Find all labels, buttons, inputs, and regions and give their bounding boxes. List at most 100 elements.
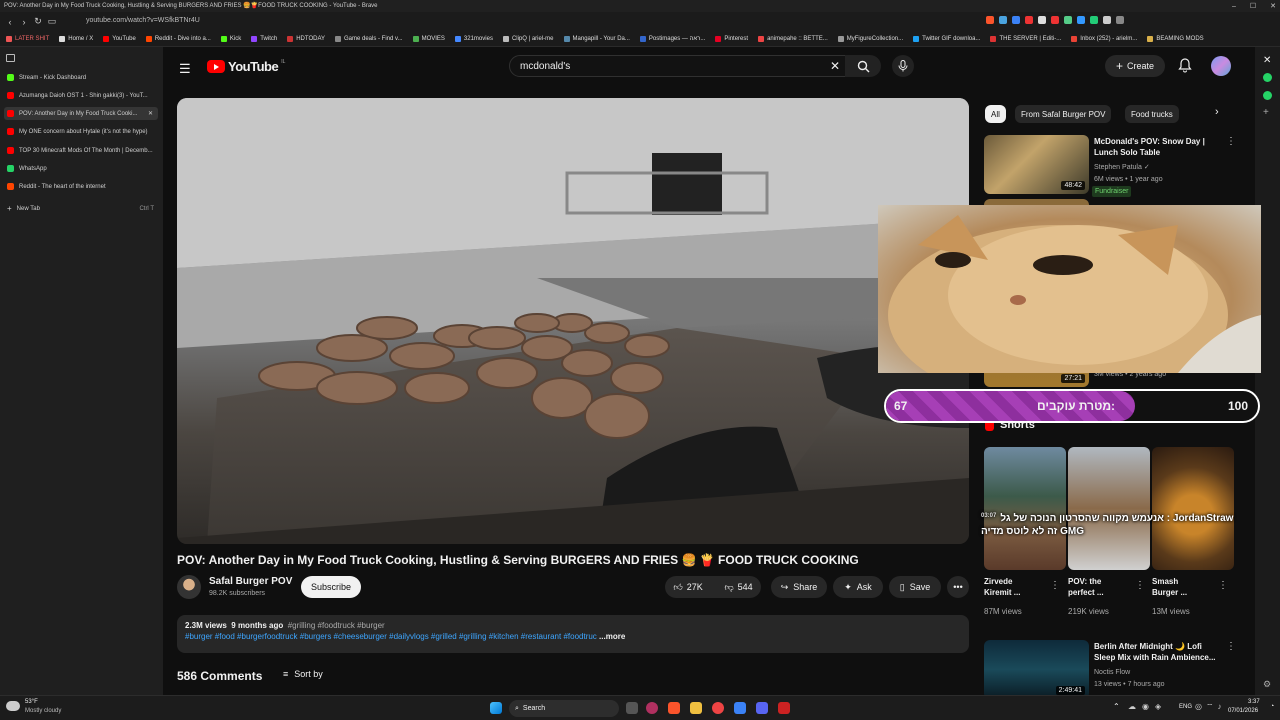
clear-search-icon[interactable]: ✕: [830, 59, 840, 73]
bookmark-folder[interactable]: LATER SHIT: [6, 35, 49, 42]
new-tab-button[interactable]: + New Tab Ctrl T: [4, 202, 158, 215]
extension-icon[interactable]: [1077, 16, 1085, 24]
chip-from-channel[interactable]: From Safal Burger POV: [1015, 105, 1112, 123]
save-button[interactable]: ▯ Save: [889, 576, 941, 598]
short-thumbnail[interactable]: [1068, 447, 1150, 570]
app-icon[interactable]: [778, 702, 790, 714]
close-panel-icon[interactable]: ✕: [1263, 55, 1271, 66]
channel-avatar[interactable]: [177, 575, 201, 599]
bookmark-item[interactable]: MyFigureCollection...: [837, 35, 903, 42]
puzzle-icon[interactable]: [1116, 16, 1124, 24]
file-explorer-icon[interactable]: [690, 702, 702, 714]
bookmark-item[interactable]: Inbox (252) - arielm...: [1071, 35, 1137, 42]
sidebar-toggle-icon[interactable]: [6, 54, 15, 62]
whatsapp-icon[interactable]: [1263, 73, 1272, 82]
hashtags[interactable]: #burger #food #burgerfoodtruck #burgers …: [185, 632, 597, 641]
add-panel-icon[interactable]: +: [1263, 107, 1269, 118]
task-view-icon[interactable]: [626, 702, 638, 714]
weather-icon[interactable]: [6, 701, 20, 711]
chip-food-trucks[interactable]: Food trucks: [1125, 105, 1179, 123]
tray-icons[interactable]: ☁◉◈: [1128, 702, 1167, 711]
maximize-button[interactable]: ☐: [1250, 2, 1256, 10]
bookmark-item[interactable]: ClipQ | ariel-me: [502, 35, 554, 42]
shield-icon[interactable]: [986, 16, 994, 24]
sidebar-tab[interactable]: My ONE concern about Hytale (it's not th…: [4, 125, 158, 138]
bookmark-item[interactable]: Pinterest: [715, 35, 748, 42]
url-bar[interactable]: youtube.com/watch?v=WSfkBTNr4U: [68, 14, 973, 29]
recommendation-thumbnail[interactable]: 48:42: [984, 135, 1089, 194]
taskbar-search[interactable]: ⌕ Search: [509, 700, 619, 717]
sidebar-tab[interactable]: WhatsApp: [4, 162, 158, 175]
bookmark-item[interactable]: Mangapill - Your Da...: [563, 35, 630, 42]
app-icon[interactable]: [734, 702, 746, 714]
close-tab-icon[interactable]: ✕: [148, 110, 153, 117]
extension-icon[interactable]: [1012, 16, 1020, 24]
settings-gear-icon[interactable]: ⚙: [1263, 679, 1271, 690]
more-vertical-icon[interactable]: ⋮: [1226, 136, 1236, 147]
create-button[interactable]: + Create: [1105, 55, 1165, 77]
youtube-logo[interactable]: YouTube IL: [207, 59, 285, 74]
bookmark-item[interactable]: Reddit - Dive into a...: [145, 35, 211, 42]
bookmark-item[interactable]: Home / X: [59, 35, 93, 42]
language-indicator[interactable]: ENG: [1179, 704, 1192, 710]
close-window-button[interactable]: ✕: [1270, 2, 1276, 10]
brave-icon[interactable]: [668, 702, 680, 714]
bookmark-item[interactable]: Twitter GIF downloa...: [913, 35, 980, 42]
extension-icon[interactable]: [1025, 16, 1033, 24]
short-thumbnail[interactable]: [984, 447, 1066, 570]
search-input[interactable]: mcdonald's ✕: [509, 55, 849, 77]
back-icon[interactable]: ‹: [3, 15, 17, 29]
more-vertical-icon[interactable]: ⋮: [1050, 580, 1060, 591]
bookmark-item[interactable]: YouTube: [103, 35, 136, 42]
account-avatar[interactable]: [1211, 56, 1231, 76]
extension-icon[interactable]: [1064, 16, 1072, 24]
short-title[interactable]: Zirvede Kiremit ...: [984, 576, 1020, 598]
hamburger-menu-icon[interactable]: ☰: [179, 61, 191, 77]
minimize-button[interactable]: –: [1232, 3, 1236, 10]
bookmark-item[interactable]: MOVIES: [412, 35, 445, 42]
search-button[interactable]: [845, 55, 881, 77]
ask-button[interactable]: ✦ Ask: [833, 576, 883, 598]
app-icon[interactable]: [712, 702, 724, 714]
sidebar-tab[interactable]: Reddit - The heart of the internet: [4, 180, 158, 193]
short-title[interactable]: Smash Burger ...: [1152, 576, 1187, 598]
app-icon[interactable]: [646, 702, 658, 714]
description-box[interactable]: 2.3M views 9 months ago #grilling #foodt…: [177, 615, 969, 653]
network-volume-icons[interactable]: ◎⌔♪: [1195, 702, 1226, 712]
recommendation-channel[interactable]: Noctis Flow: [1094, 667, 1130, 678]
bookmark-item[interactable]: HDTODAY: [287, 35, 325, 42]
sort-by-button[interactable]: ≡ Sort by: [283, 669, 323, 679]
bookmark-item[interactable]: Postimages — ראה...: [639, 35, 705, 42]
sidebar-tab[interactable]: TOP 30 Minecraft Mods Of The Month | Dec…: [4, 144, 158, 157]
windows-start-icon[interactable]: [490, 702, 502, 714]
forward-icon[interactable]: ›: [17, 15, 31, 29]
reload-icon[interactable]: ↻: [31, 15, 45, 29]
more-actions-button[interactable]: •••: [947, 576, 969, 598]
extension-icon[interactable]: [1038, 16, 1046, 24]
extension-icon[interactable]: [1090, 16, 1098, 24]
more-vertical-icon[interactable]: ⋮: [1226, 641, 1236, 652]
more-vertical-icon[interactable]: ⋮: [1218, 580, 1228, 591]
voice-search-button[interactable]: [892, 55, 914, 77]
like-button[interactable]: 👍︎ 27K: [673, 582, 702, 593]
sidebar-tab[interactable]: Azumanga Daioh OST 1 - Shin gakki(3) - Y…: [4, 89, 158, 102]
extension-icon[interactable]: [999, 16, 1007, 24]
bookmark-item[interactable]: 321movies: [454, 35, 493, 42]
channel-name[interactable]: Safal Burger POV: [209, 576, 292, 587]
recommendation-title[interactable]: Berlin After Midnight 🌙 Lofi Sleep Mix w…: [1094, 641, 1216, 663]
dislike-button[interactable]: 👎︎ 544: [724, 582, 752, 593]
subscribe-button[interactable]: Subscribe: [301, 576, 361, 598]
chips-next-icon[interactable]: ›: [1215, 106, 1219, 118]
whatsapp-icon[interactable]: [1263, 91, 1272, 100]
short-thumbnail[interactable]: [1152, 447, 1234, 570]
notifications-bell-icon[interactable]: [1177, 57, 1193, 73]
discord-icon[interactable]: [756, 702, 768, 714]
bookmark-item[interactable]: Twitch: [251, 35, 277, 42]
clock-date[interactable]: 07/01/2026: [1228, 708, 1258, 714]
bookmark-item[interactable]: animepahe :: BETTE...: [758, 35, 828, 42]
bookmark-icon[interactable]: ▭: [45, 15, 59, 29]
short-title[interactable]: POV: the perfect ...: [1068, 576, 1104, 598]
bookmark-item[interactable]: THE SERVER | Editi-...: [990, 35, 1061, 42]
recommendation-channel[interactable]: Stephen Patula ✓: [1094, 162, 1150, 173]
notification-icon[interactable]: ◔: [1270, 703, 1274, 710]
